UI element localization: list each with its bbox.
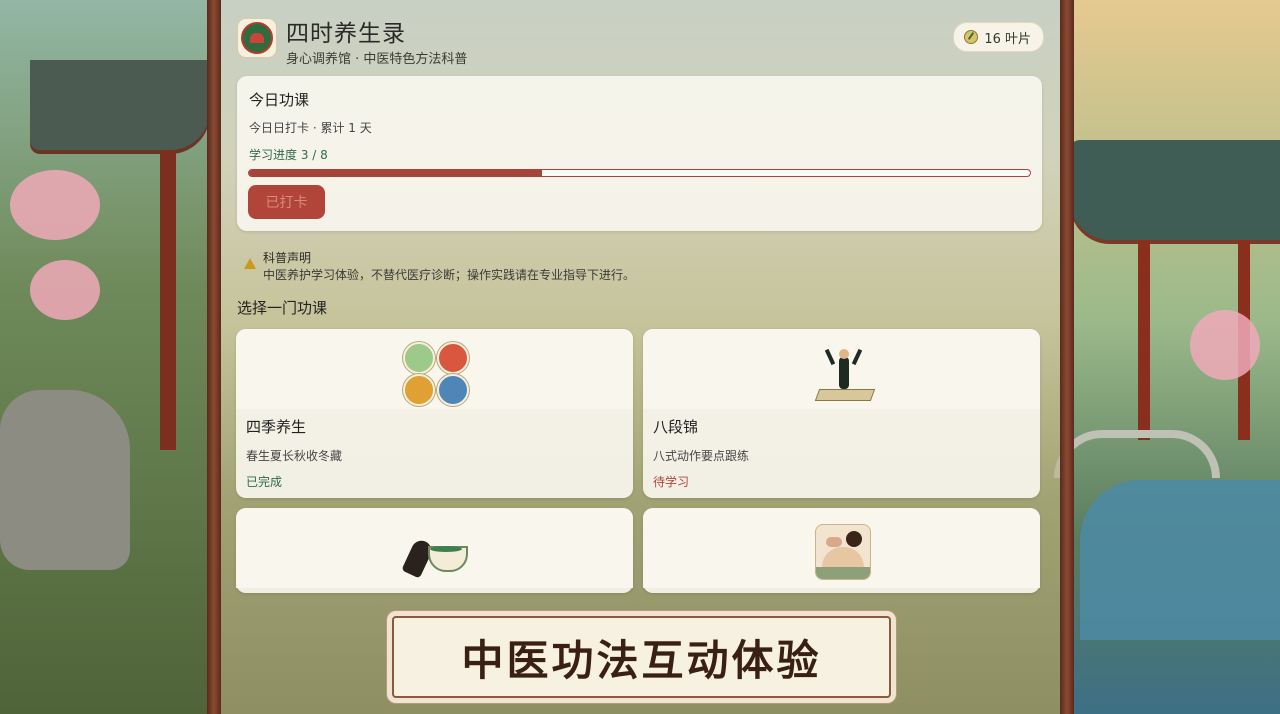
banner-text: 中医功法互动体验	[461, 635, 822, 685]
title-banner: 中医功法互动体验	[392, 616, 891, 698]
course-card-guasha[interactable]	[236, 508, 633, 593]
daily-title: 今日功课	[249, 91, 310, 109]
cherry-blossom	[30, 260, 100, 320]
checkin-streak: 今日日打卡 · 累计 1 天	[249, 121, 372, 135]
guasha-tea-icon	[401, 532, 468, 579]
app-title: 四时养生录	[286, 21, 406, 47]
course-card-baduanjin[interactable]: 八段锦 八式动作要点跟练 待学习	[643, 329, 1040, 498]
course-media	[236, 329, 633, 409]
lotus-pond	[1080, 480, 1280, 640]
massage-icon	[815, 524, 871, 580]
app-header: 四时养生录 身心调养馆 · 中医特色方法科普 16 叶片	[237, 14, 1044, 72]
leaf-count-label: 16 叶片	[984, 31, 1031, 47]
cherry-blossom	[1190, 310, 1260, 380]
baduanjin-figure-icon	[814, 347, 876, 405]
left-wood-frame	[207, 0, 221, 714]
course-card-four-seasons[interactable]: 四季养生 春生夏长秋收冬藏 已完成	[236, 329, 633, 498]
autumn-badge	[403, 374, 435, 406]
disclaimer-text: 中医养护学习体验，不替代医疗诊断；操作实践请在专业指导下进行。	[263, 268, 636, 282]
checked-in-button[interactable]: 已打卡	[248, 185, 325, 219]
section-title: 选择一门功课	[237, 299, 328, 317]
spring-badge	[403, 342, 435, 374]
course-name: 八段锦	[653, 418, 699, 436]
garden-rock	[0, 390, 130, 570]
arched-bridge	[1054, 430, 1220, 478]
course-status: 待学习	[653, 475, 690, 489]
course-status: 已完成	[246, 475, 283, 489]
course-media	[643, 329, 1040, 409]
left-pavilion-roof	[30, 60, 210, 150]
warning-icon	[244, 258, 256, 269]
course-desc: 八式动作要点跟练	[653, 449, 750, 463]
course-desc: 春生夏长秋收冬藏	[246, 449, 343, 463]
app-subtitle: 身心调养馆 · 中医特色方法科普	[286, 52, 468, 67]
disclaimer-title: 科普声明	[263, 251, 312, 265]
cherry-blossom	[10, 170, 100, 240]
right-pavilion-roof	[1070, 140, 1280, 240]
course-media	[643, 508, 1040, 588]
app-logo-icon	[237, 18, 277, 58]
leaf-icon	[964, 30, 979, 44]
left-pavilion-pillar	[160, 150, 176, 450]
progress-bar-fill	[249, 170, 542, 176]
daily-lesson-card: 今日功课 今日日打卡 · 累计 1 天 学习进度 3 / 8 已打卡	[237, 76, 1042, 231]
four-seasons-icon	[403, 342, 469, 406]
summer-badge	[437, 342, 469, 374]
course-name: 四季养生	[246, 418, 307, 436]
course-media	[236, 508, 633, 588]
leaf-count-badge[interactable]: 16 叶片	[953, 22, 1044, 52]
progress-label: 学习进度 3 / 8	[249, 148, 328, 162]
progress-bar	[248, 169, 1031, 177]
right-wood-frame	[1060, 0, 1074, 714]
course-card-massage[interactable]	[643, 508, 1040, 593]
right-pavilion-pillar	[1138, 240, 1150, 440]
winter-badge	[437, 374, 469, 406]
